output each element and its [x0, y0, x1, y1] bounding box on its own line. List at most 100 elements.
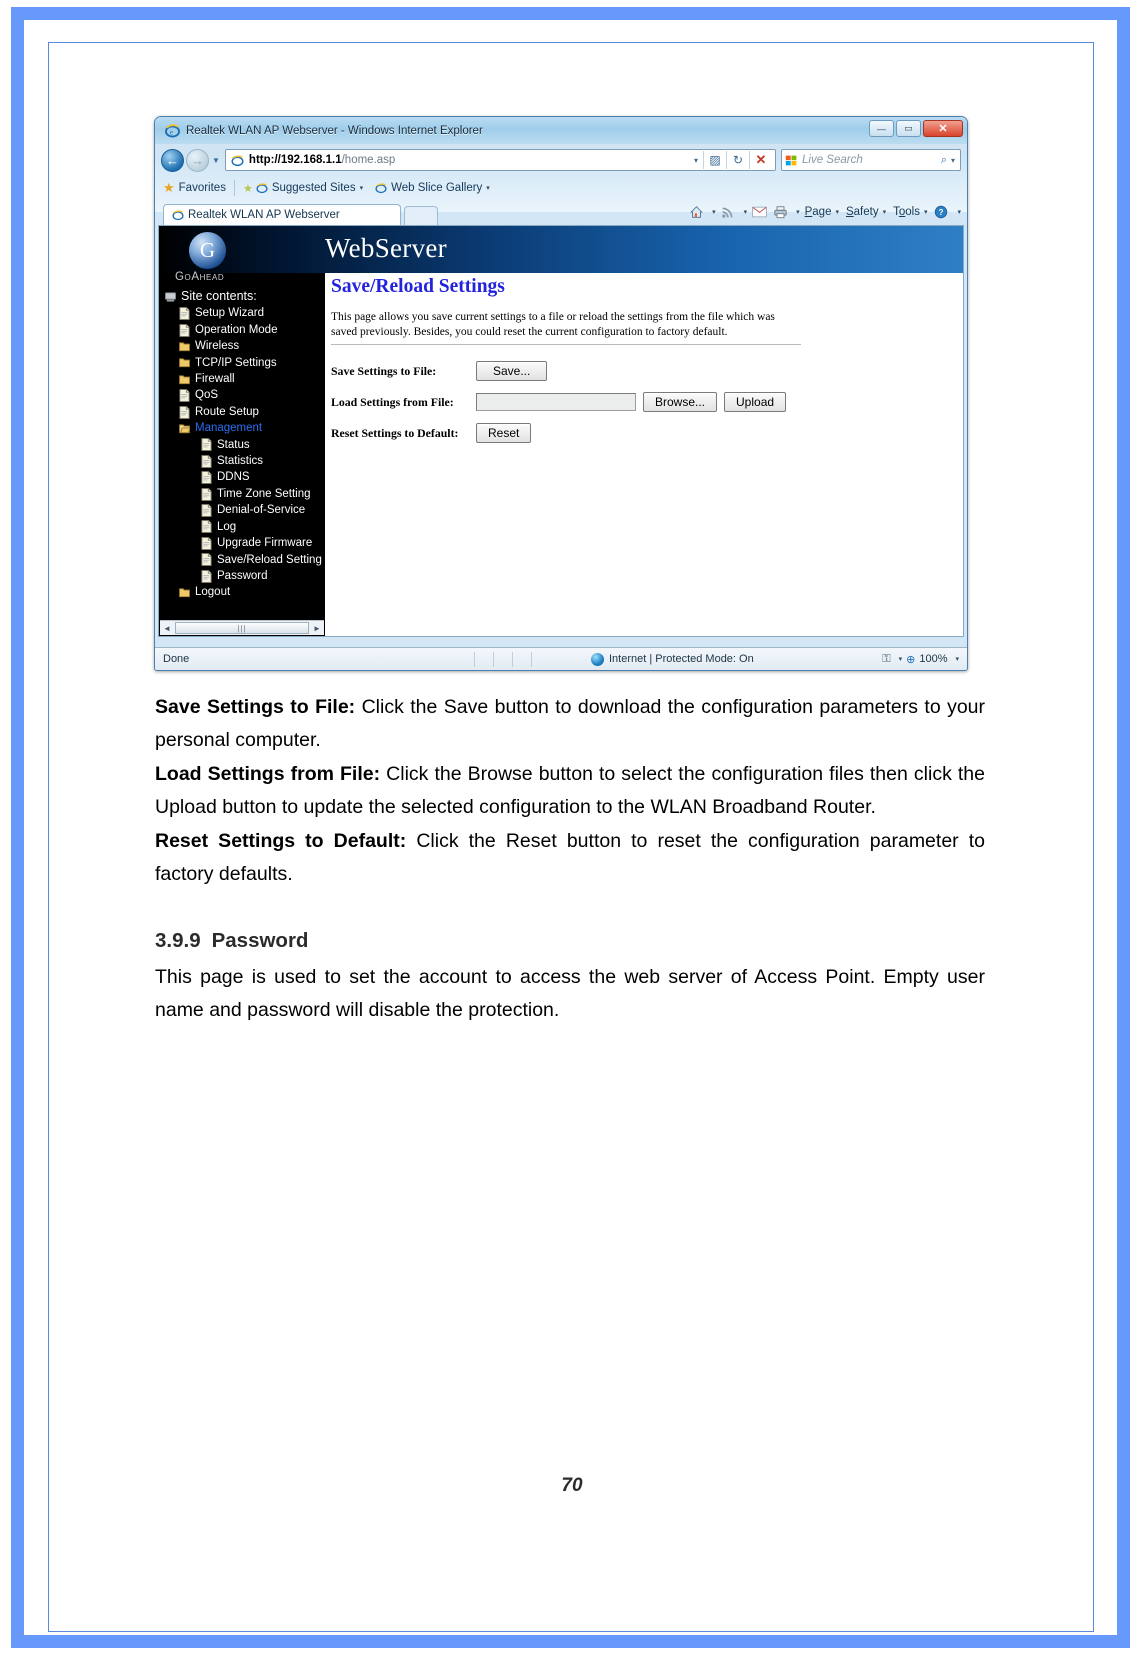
save-settings-label: Save Settings to File:	[331, 363, 437, 378]
privacy-lock-icon[interactable]: ⚿	[882, 653, 890, 666]
upload-button[interactable]: Upload	[724, 392, 787, 412]
settings-form: Save Settings to File: Save... Load Sett…	[331, 361, 955, 443]
browser-status-bar: Done Internet | Protected Mode: On ⚿ ▾ ⊕…	[155, 647, 967, 670]
paragraph-save-settings: Save Settings to File: Click the Save bu…	[155, 691, 985, 757]
section-heading: 3.9.9 Password	[155, 929, 985, 953]
mail-icon[interactable]	[750, 203, 768, 221]
tree-item-wireless[interactable]: Wireless	[165, 338, 325, 354]
tree-item-operation-mode[interactable]: Operation Mode	[165, 322, 325, 338]
address-dropdown-icon[interactable]: ▾	[689, 156, 703, 165]
tree-item-firewall[interactable]: Firewall	[165, 371, 325, 387]
search-placeholder-text: Live Search	[802, 154, 863, 166]
tree-root-label: Site contents:	[181, 289, 257, 303]
panel-description: This page allows you save current settin…	[331, 310, 801, 345]
minimize-button[interactable]: —	[869, 120, 894, 137]
tree-item-label: Management	[195, 422, 263, 435]
search-magnifier-icon[interactable]: ⌕	[941, 154, 947, 167]
favorites-button-label[interactable]: Favorites	[179, 182, 226, 194]
feeds-icon[interactable]	[719, 203, 737, 221]
web-slice-gallery-item[interactable]: Web Slice Gallery ▾	[375, 182, 490, 194]
sidebar-horizontal-scrollbar[interactable]: ◄ ||| ►	[160, 620, 324, 635]
page-favicon-icon	[231, 154, 244, 166]
suggested-sites-caret-icon: ▾	[359, 185, 364, 192]
browser-title-bar: e Realtek WLAN AP Webserver - Windows In…	[155, 117, 967, 144]
history-dropdown-icon[interactable]: ▼	[212, 156, 220, 165]
tab-realtek-webserver[interactable]: Realtek WLAN AP Webserver	[163, 204, 401, 225]
reset-settings-label: Reset Settings to Default:	[331, 425, 459, 440]
tools-caret-icon: ▾	[923, 209, 928, 216]
favorites-star-icon: ★	[163, 180, 175, 195]
reset-button[interactable]: Reset	[476, 423, 532, 443]
security-zone-indicator[interactable]: Internet | Protected Mode: On	[591, 652, 754, 666]
address-input[interactable]: http://192.168.1.1/home.asp ▾ ▨ ↻ ✕	[224, 149, 776, 171]
tools-menu-button[interactable]: Tools ▾	[891, 206, 929, 218]
home-icon[interactable]	[687, 203, 705, 221]
zoom-level-text[interactable]: 100%	[919, 653, 947, 665]
tree-item-ddns[interactable]: DDNS	[165, 469, 325, 485]
save-button[interactable]: Save...	[476, 361, 548, 381]
tree-item-qos[interactable]: QoS	[165, 387, 325, 403]
tree-item-upgrade-firmware[interactable]: Upgrade Firmware	[165, 535, 325, 551]
page-icon	[179, 389, 190, 403]
load-settings-file-input[interactable]	[476, 393, 636, 411]
tree-item-label: Log	[217, 520, 237, 533]
privacy-caret-icon[interactable]: ▾	[899, 655, 903, 663]
tree-item-tcp-ip-settings[interactable]: TCP/IP Settings	[165, 355, 325, 371]
web-slice-gallery-label: Web Slice Gallery	[391, 182, 483, 194]
stop-icon[interactable]: ✕	[750, 150, 772, 170]
favorites-divider	[233, 180, 235, 196]
tree-item-label: DDNS	[217, 471, 250, 484]
goahead-brand-text: GoAhead	[175, 271, 225, 283]
tree-item-label: Logout	[195, 586, 231, 599]
print-caret-icon[interactable]: ▾	[796, 208, 800, 216]
page-number: 70	[561, 1475, 583, 1496]
home-caret-icon[interactable]: ▾	[712, 208, 716, 216]
browse-button[interactable]: Browse...	[643, 392, 718, 412]
safety-menu-button[interactable]: Safety ▾	[844, 206, 888, 218]
page-menu-button[interactable]: Page ▾	[803, 206, 841, 218]
load-settings-row: Load Settings from File: Browse... Uploa…	[331, 392, 955, 412]
scroll-left-arrow-icon[interactable]: ◄	[160, 624, 174, 633]
browser-title-text: Realtek WLAN AP Webserver - Windows Inte…	[186, 124, 483, 137]
tree-item-statistics[interactable]: Statistics	[165, 453, 325, 469]
new-tab-button[interactable]	[404, 206, 438, 225]
tree-item-logout[interactable]: Logout	[165, 584, 325, 600]
print-icon[interactable]	[771, 203, 789, 221]
tree-item-status[interactable]: Status	[165, 437, 325, 453]
page-icon	[201, 553, 212, 567]
zoom-caret-icon[interactable]: ▾	[955, 655, 959, 663]
tree-item-setup-wizard[interactable]: Setup Wizard	[165, 305, 325, 321]
help-caret-icon[interactable]: ▾	[957, 208, 961, 216]
tree-item-label: Statistics	[217, 455, 264, 468]
maximize-button[interactable]: ▭	[896, 120, 921, 137]
tree-item-password[interactable]: Password	[165, 568, 325, 584]
help-icon[interactable]: ?	[932, 203, 950, 221]
refresh-icon[interactable]: ↻	[727, 150, 749, 170]
scroll-right-arrow-icon[interactable]: ►	[310, 624, 324, 633]
zoom-magnifier-icon[interactable]: ⊕	[906, 653, 915, 666]
address-bar-row: ← → ▼ http://192.168.1.1/home.asp ▾ ▨ ↻ …	[155, 145, 967, 175]
tree-item-log[interactable]: Log	[165, 519, 325, 535]
close-button[interactable]: ✕	[923, 120, 963, 137]
tree-item-save-reload-setting[interactable]: Save/Reload Setting	[165, 552, 325, 568]
scrollbar-thumb[interactable]: |||	[175, 622, 309, 634]
search-input[interactable]: Live Search ⌕ ▾	[781, 149, 961, 171]
back-button[interactable]: ←	[161, 148, 184, 172]
page-caret-icon: ▾	[835, 209, 839, 216]
svg-text:?: ?	[939, 208, 944, 217]
forward-button[interactable]: →	[186, 148, 209, 172]
tree-item-route-setup[interactable]: Route Setup	[165, 404, 325, 420]
suggested-sites-item[interactable]: Suggested Sites ▾	[256, 182, 363, 194]
add-to-favorites-icon[interactable]: ★	[243, 182, 253, 195]
search-dropdown-icon[interactable]: ▾	[951, 156, 955, 165]
panel-heading: Save/Reload Settings	[331, 276, 505, 297]
web-slice-gallery-caret-icon: ▾	[486, 185, 490, 192]
tree-item-label: Operation Mode	[195, 323, 278, 336]
tree-item-management[interactable]: Management	[165, 420, 325, 436]
folder-icon	[179, 375, 190, 384]
tree-item-time-zone-setting[interactable]: Time Zone Setting	[165, 486, 325, 502]
section-body-paragraph: This page is used to set the account to …	[155, 966, 985, 1021]
feeds-caret-icon[interactable]: ▾	[744, 208, 748, 216]
tree-item-denial-of-service[interactable]: Denial-of-Service	[165, 502, 325, 518]
compatibility-view-icon[interactable]: ▨	[704, 150, 726, 170]
